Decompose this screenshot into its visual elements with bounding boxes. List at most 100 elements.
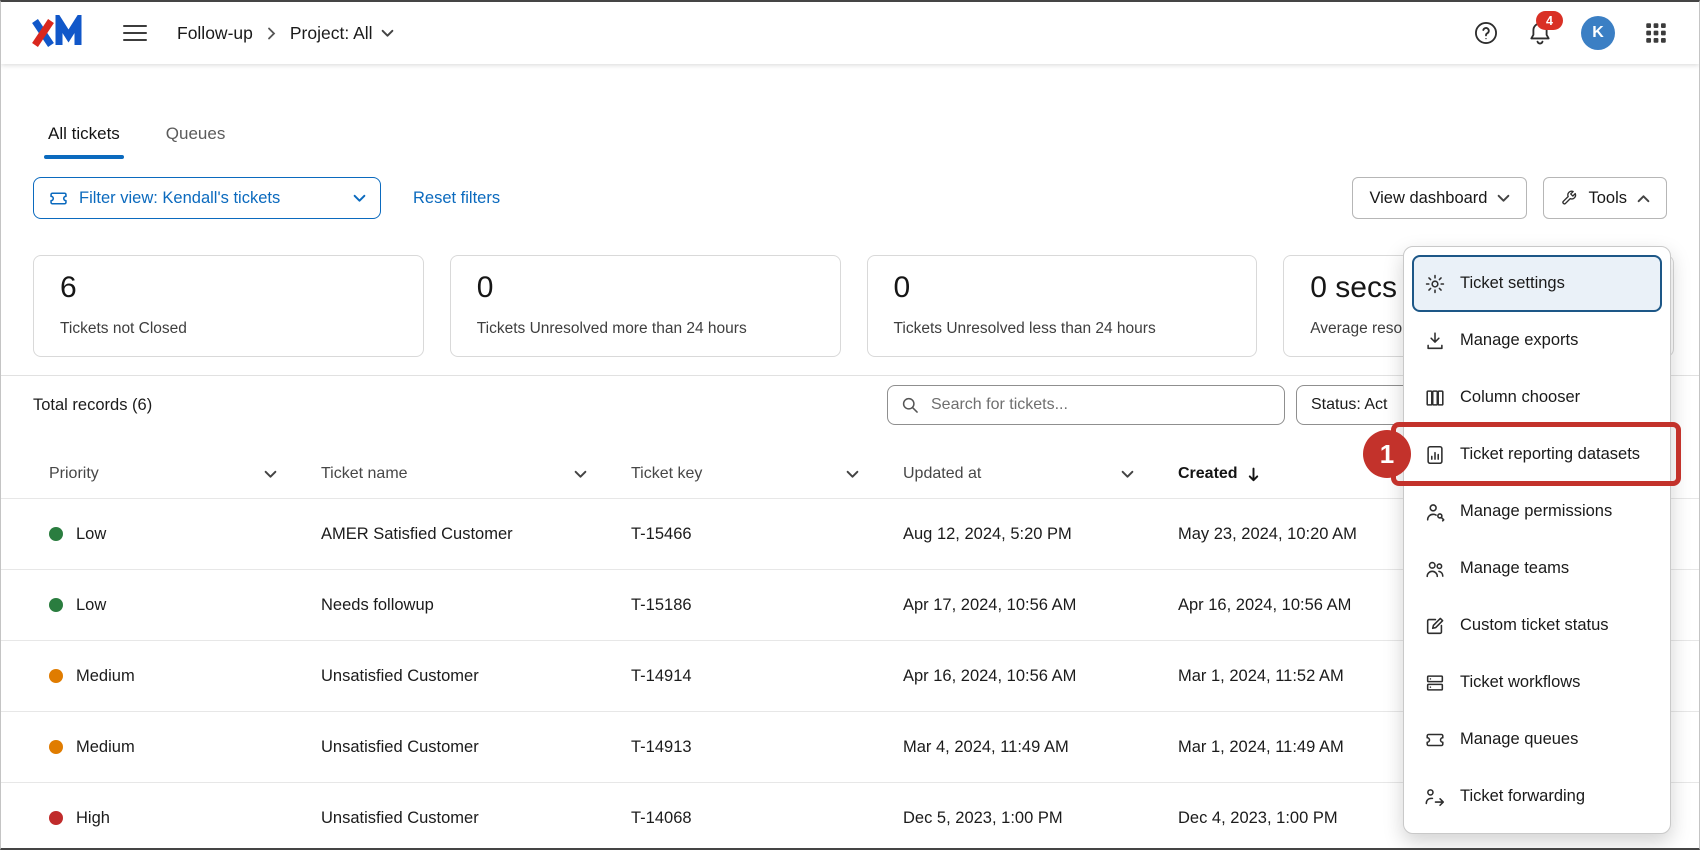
download-icon xyxy=(1424,330,1446,352)
column-label: Updated at xyxy=(903,465,981,483)
stat-label: Tickets not Closed xyxy=(60,320,397,338)
reset-filters-link[interactable]: Reset filters xyxy=(413,189,500,208)
column-label: Ticket key xyxy=(631,465,702,483)
tools-label: Tools xyxy=(1588,189,1627,208)
column-header-updated-at[interactable]: Updated at xyxy=(903,465,1178,483)
menu-item-ticket-forwarding[interactable]: Ticket forwarding xyxy=(1412,768,1662,825)
updated-at-cell: Apr 16, 2024, 10:56 AM xyxy=(903,667,1178,686)
status-filter-label: Status: Act xyxy=(1311,396,1387,414)
ticket-key-cell: T-15466 xyxy=(631,525,903,544)
stat-label: Tickets Unresolved more than 24 hours xyxy=(477,320,814,338)
ticket-name-cell: Unsatisfied Customer xyxy=(321,667,631,686)
search-box xyxy=(887,385,1285,425)
filter-view-label: Filter view: Kendall's tickets xyxy=(79,189,280,208)
chevron-right-icon xyxy=(267,27,276,40)
chevron-down-icon xyxy=(1497,194,1510,203)
menu-item-label: Manage exports xyxy=(1460,331,1578,350)
menu-item-manage-queues[interactable]: Manage queues xyxy=(1412,711,1662,768)
project-selector-label: Project: All xyxy=(290,23,373,44)
menu-item-label: Manage queues xyxy=(1460,730,1578,749)
notification-badge: 4 xyxy=(1536,11,1563,30)
column-label: Priority xyxy=(49,465,99,483)
filter-bar: Filter view: Kendall's tickets Reset fil… xyxy=(33,177,1667,219)
app-window: Follow-up Project: All 4 K xyxy=(0,0,1700,850)
project-selector[interactable]: Project: All xyxy=(290,23,394,44)
filter-view-dropdown[interactable]: Filter view: Kendall's tickets xyxy=(33,177,381,219)
people-icon xyxy=(1424,558,1446,580)
tools-button[interactable]: Tools xyxy=(1543,177,1667,219)
view-dashboard-label: View dashboard xyxy=(1369,189,1487,208)
ticket-key-cell: T-14914 xyxy=(631,667,903,686)
menu-item-manage-permissions[interactable]: Manage permissions xyxy=(1412,483,1662,540)
priority-dot xyxy=(49,669,63,683)
priority-label: Medium xyxy=(76,738,135,757)
column-header-ticket-key[interactable]: Ticket key xyxy=(631,465,903,483)
notifications-button[interactable]: 4 xyxy=(1527,20,1553,46)
toolbar-buttons: View dashboard Tools xyxy=(1352,177,1667,219)
menu-item-ticket-workflows[interactable]: Ticket workflows xyxy=(1412,654,1662,711)
menu-item-label: Ticket forwarding xyxy=(1460,787,1585,806)
chevron-down-icon xyxy=(381,29,394,38)
ticket-name-cell: Unsatisfied Customer xyxy=(321,809,631,828)
xm-logo xyxy=(31,15,93,51)
updated-at-cell: Apr 17, 2024, 10:56 AM xyxy=(903,596,1178,615)
wrench-icon xyxy=(1560,189,1578,207)
priority-label: Low xyxy=(76,596,106,615)
sort-descending-icon xyxy=(1247,467,1260,482)
stat-value: 6 xyxy=(60,271,397,305)
stat-card-not-closed: 6 Tickets not Closed xyxy=(33,255,424,357)
ticket-tabs: All tickets Queues xyxy=(48,124,1699,159)
updated-at-cell: Mar 4, 2024, 11:49 AM xyxy=(903,738,1178,757)
columns-icon xyxy=(1424,387,1446,409)
chevron-down-icon xyxy=(1121,470,1134,479)
total-records-label: Total records (6) xyxy=(33,396,152,415)
view-dashboard-button[interactable]: View dashboard xyxy=(1352,177,1527,219)
apps-grid-icon[interactable] xyxy=(1643,20,1669,46)
menu-item-manage-teams[interactable]: Manage teams xyxy=(1412,540,1662,597)
stat-label: Tickets Unresolved less than 24 hours xyxy=(894,320,1231,338)
search-icon xyxy=(900,395,920,415)
menu-item-label: Custom ticket status xyxy=(1460,616,1609,635)
menu-item-ticket-reporting-datasets[interactable]: Ticket reporting datasets xyxy=(1412,426,1662,483)
breadcrumb-section[interactable]: Follow-up xyxy=(177,23,253,44)
menu-item-label: Manage teams xyxy=(1460,559,1569,578)
chevron-up-icon xyxy=(1637,194,1650,203)
menu-item-label: Ticket settings xyxy=(1460,274,1565,293)
stat-value: 0 xyxy=(477,271,814,305)
chevron-down-icon xyxy=(353,194,366,203)
menu-item-ticket-settings[interactable]: Ticket settings xyxy=(1412,255,1662,312)
menu-item-custom-ticket-status[interactable]: Custom ticket status xyxy=(1412,597,1662,654)
header-actions: 4 K xyxy=(1473,16,1669,50)
priority-dot xyxy=(49,527,63,541)
column-label: Ticket name xyxy=(321,465,408,483)
report-icon xyxy=(1424,444,1446,466)
ticket-name-cell: Needs followup xyxy=(321,596,631,615)
hamburger-menu-icon[interactable] xyxy=(123,24,147,42)
ticket-key-cell: T-14068 xyxy=(631,809,903,828)
tab-queues[interactable]: Queues xyxy=(166,124,226,159)
ticket-key-cell: T-15186 xyxy=(631,596,903,615)
column-header-ticket-name[interactable]: Ticket name xyxy=(321,465,631,483)
stat-value: 0 xyxy=(894,271,1231,305)
menu-item-manage-exports[interactable]: Manage exports xyxy=(1412,312,1662,369)
priority-label: Medium xyxy=(76,667,135,686)
menu-item-label: Ticket workflows xyxy=(1460,673,1580,692)
tools-menu: Ticket settings Manage exports Column ch… xyxy=(1403,246,1671,834)
priority-dot xyxy=(49,598,63,612)
chevron-down-icon xyxy=(264,470,277,479)
stat-card-unresolved-less-24h: 0 Tickets Unresolved less than 24 hours xyxy=(867,255,1258,357)
search-input[interactable] xyxy=(929,395,1272,415)
ticket-name-cell: AMER Satisfied Customer xyxy=(321,525,631,544)
priority-label: High xyxy=(76,809,110,828)
ticket-name-cell: Unsatisfied Customer xyxy=(321,738,631,757)
menu-item-label: Column chooser xyxy=(1460,388,1580,407)
column-label: Created xyxy=(1178,465,1238,483)
tab-all-tickets[interactable]: All tickets xyxy=(48,124,120,159)
help-icon[interactable] xyxy=(1473,20,1499,46)
updated-at-cell: Aug 12, 2024, 5:20 PM xyxy=(903,525,1178,544)
priority-dot xyxy=(49,740,63,754)
chevron-down-icon xyxy=(846,470,859,479)
avatar[interactable]: K xyxy=(1581,16,1615,50)
menu-item-column-chooser[interactable]: Column chooser xyxy=(1412,369,1662,426)
column-header-priority[interactable]: Priority xyxy=(49,465,321,483)
